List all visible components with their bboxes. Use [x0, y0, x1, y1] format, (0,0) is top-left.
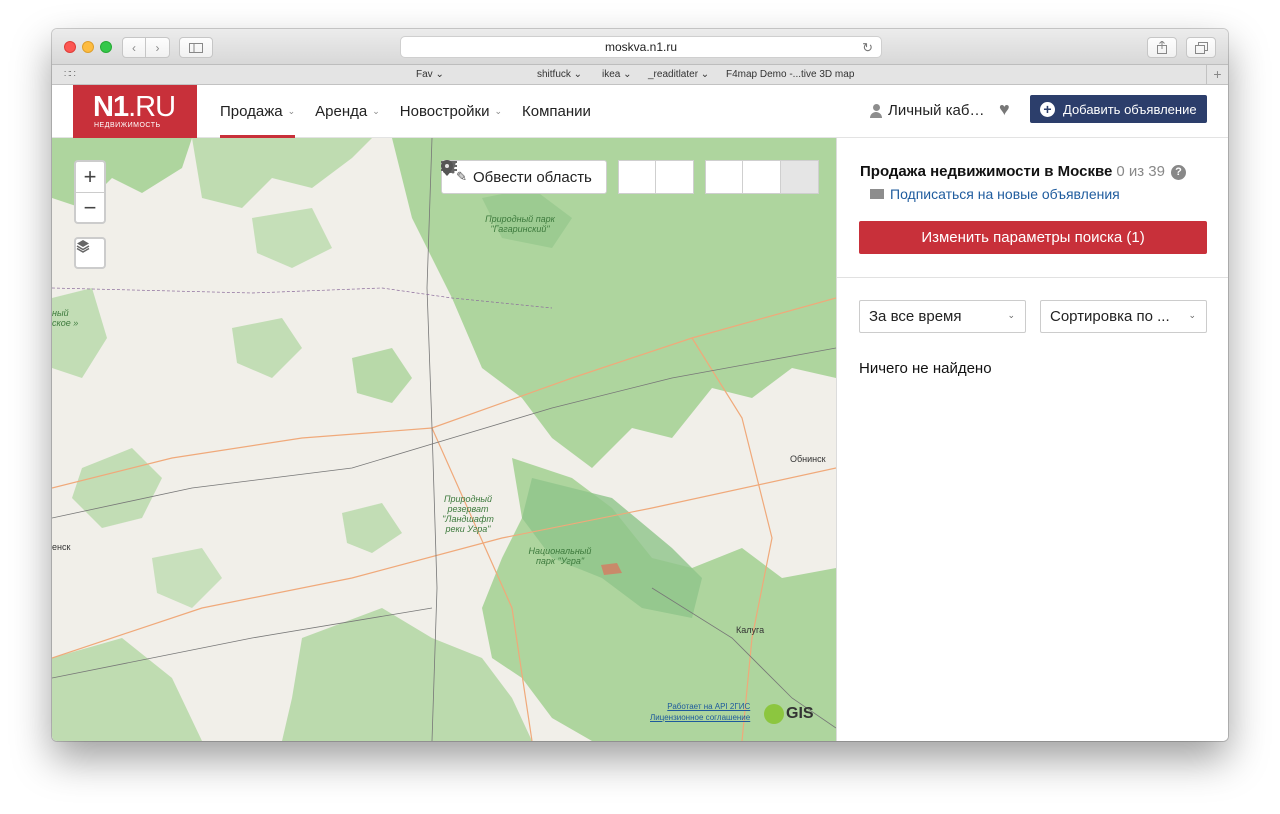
2gis-logo: GIS — [764, 704, 814, 724]
zoom-in-button[interactable]: + — [76, 162, 104, 192]
tabs-icon — [1194, 41, 1208, 54]
browser-window: ‹ › moskva.n1.ru ↻ ∷∷ Fav ⌄ shitfuck ⌄ i… — [52, 29, 1228, 741]
fullscreen-window-button[interactable] — [100, 41, 112, 53]
nav-item-sale[interactable]: Продажа ⌄ — [220, 85, 296, 138]
add-listing-button[interactable]: + Добавить объявление — [1030, 95, 1207, 123]
map-label: ный ское » — [52, 308, 79, 328]
table-view-button[interactable] — [441, 160, 781, 194]
map-filter-group — [443, 160, 694, 194]
empty-results-message: Ничего не найдено — [859, 360, 992, 377]
site-logo[interactable]: N1.RU НЕДВИЖИМОСТЬ — [73, 85, 197, 138]
user-icon — [870, 103, 882, 118]
nav-item-rent[interactable]: Аренда ⌄ — [315, 85, 380, 138]
city-label-obninsk: Обнинск — [790, 454, 826, 464]
map-label: Природный резерват "Ландшафт реки Угра" — [442, 494, 494, 534]
minimize-window-button[interactable] — [82, 41, 94, 53]
zoom-out-button[interactable]: − — [76, 192, 104, 222]
change-search-button[interactable]: Изменить параметры поиска (1) — [859, 221, 1207, 254]
sort-select[interactable]: Сортировка по ... ⌄ — [1040, 300, 1207, 333]
close-window-button[interactable] — [64, 41, 76, 53]
grid-icon[interactable]: ∷∷ — [64, 69, 76, 80]
main-nav: Продажа ⌄ Аренда ⌄ Новостройки ⌄ Компании — [220, 85, 611, 138]
chevron-down-icon: ⌄ — [1188, 310, 1196, 320]
zoom-control: + − — [74, 160, 106, 224]
bookmark-item[interactable]: _readitlater ⌄ — [648, 69, 709, 80]
envelope-icon — [870, 189, 884, 199]
sidebar-toggle-button[interactable] — [179, 37, 213, 58]
map-tiles — [52, 138, 836, 741]
logo-text: N1.RU — [93, 91, 176, 123]
help-icon[interactable]: ? — [1170, 165, 1186, 180]
divider — [837, 277, 1228, 278]
subscribe-link[interactable]: Подписаться на новые объявления — [870, 186, 1120, 202]
transport-filter-button[interactable] — [443, 160, 694, 194]
period-select[interactable]: За все время ⌄ — [859, 300, 1026, 333]
bookmark-item[interactable]: shitfuck ⌄ — [537, 69, 582, 80]
pencil-icon: ✎ — [456, 169, 468, 184]
forward-button[interactable]: › — [146, 37, 170, 58]
results-title: Продажа недвижимости в Москве 0 из 39? — [860, 163, 1186, 180]
nav-item-companies[interactable]: Компании — [522, 85, 591, 138]
site-header: N1.RU НЕДВИЖИМОСТЬ Продажа ⌄ Аренда ⌄ Ново… — [52, 85, 1228, 138]
map-label: Природный парк "Гагаринский" — [485, 214, 555, 234]
chevron-down-icon: ⌄ — [1007, 310, 1015, 320]
browser-toolbar: ‹ › moskva.n1.ru ↻ — [52, 29, 1228, 65]
personal-cabinet-link[interactable]: Личный каб… — [870, 102, 984, 119]
list-view-button[interactable] — [441, 160, 743, 194]
city-label: енск — [52, 542, 71, 552]
map-attribution[interactable]: Работает на API 2ГИС Лицензионное соглаш… — [650, 701, 750, 723]
sidebar-icon — [189, 42, 203, 53]
address-bar[interactable]: moskva.n1.ru ↻ — [400, 36, 882, 58]
bookmark-item[interactable]: ikea ⌄ — [602, 69, 632, 80]
logo-subtitle: НЕДВИЖИМОСТЬ — [94, 122, 161, 129]
forest-areas — [52, 138, 836, 741]
city-label-kaluga: Калуга — [736, 625, 765, 635]
chevron-down-icon: ⌄ — [494, 106, 503, 116]
layers-icon — [76, 240, 90, 253]
layers-button[interactable] — [74, 237, 106, 269]
map-label: Национальный парк "Угра" — [528, 546, 592, 566]
show-tabs-button[interactable] — [1186, 37, 1216, 58]
back-button[interactable]: ‹ — [122, 37, 146, 58]
share-button[interactable] — [1147, 37, 1177, 58]
map-view-button[interactable] — [441, 160, 819, 194]
favorites-heart-icon[interactable]: ♥ — [999, 99, 1010, 120]
results-panel: Продажа недвижимости в Москве 0 из 39? По… — [836, 138, 1228, 741]
nav-item-new-buildings[interactable]: Новостройки ⌄ — [400, 85, 502, 138]
view-mode-group — [441, 160, 819, 194]
bookmark-item[interactable]: F4map Demo -...tive 3D map — [726, 69, 854, 80]
draw-area-button[interactable]: ✎ Обвести область — [441, 160, 607, 194]
map[interactable]: + − ✎ Обвести область Природный парк "Га… — [52, 138, 836, 741]
reload-icon[interactable]: ↻ — [862, 40, 873, 56]
map-toolbar: ✎ Обвести область — [441, 160, 819, 194]
chevron-left-icon: ‹ — [132, 40, 136, 55]
chevron-right-icon: › — [155, 40, 160, 55]
shop-filter-button[interactable] — [443, 160, 656, 194]
map-pin-icon — [441, 160, 453, 176]
share-icon — [1157, 41, 1167, 54]
results-count: 0 из 39 — [1116, 163, 1165, 180]
2gis-globe-icon — [764, 704, 784, 724]
bookmark-item[interactable]: Fav ⌄ — [416, 69, 444, 80]
bookmarks-bar: ∷∷ Fav ⌄ shitfuck ⌄ ikea ⌄ _readitlater … — [52, 65, 1228, 85]
url-text: moskva.n1.ru — [604, 40, 678, 54]
chevron-down-icon: ⌄ — [372, 106, 380, 116]
add-bookmark-icon[interactable]: + — [1206, 65, 1228, 85]
chevron-down-icon: ⌄ — [287, 106, 296, 116]
plus-circle-icon: + — [1040, 101, 1055, 117]
